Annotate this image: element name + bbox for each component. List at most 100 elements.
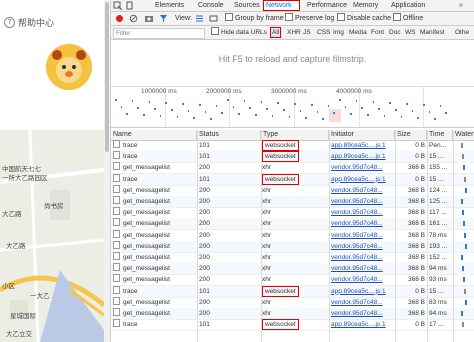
filter-type-media[interactable]: Media: [349, 27, 367, 38]
help-link[interactable]: ? 帮助中心: [4, 16, 54, 29]
map-view[interactable]: 中国航天七七 一所大乙路园区 大乙路 尚书房 大乙路 小区 一大乙 星城国际 大…: [0, 130, 104, 342]
column-type[interactable]: Type: [261, 130, 329, 140]
record-icon[interactable]: [115, 13, 124, 24]
filter-icon[interactable]: [159, 13, 168, 24]
table-row[interactable]: trace 101 websocket app.89cea5c....js:1 0 B 1…: [111, 173, 474, 186]
waterfall-bar: [464, 288, 466, 294]
column-divider: [329, 130, 330, 342]
tab-application[interactable]: Application: [391, 0, 435, 11]
request-time: 193 ...: [429, 242, 448, 250]
request-marker: [238, 113, 240, 115]
map-label: 尚书房: [44, 202, 64, 210]
table-row[interactable]: get_messagelist 200 xhr vendor.95d7c48... 36…: [111, 240, 474, 253]
column-divider: [197, 130, 198, 342]
group-by-frame-checkbox[interactable]: Group by frame: [225, 13, 284, 24]
request-initiator[interactable]: vendor.95d7c48...: [331, 230, 395, 241]
request-initiator[interactable]: vendor.95d7c48...: [331, 308, 395, 319]
request-status: 200: [199, 242, 210, 250]
filter-type-all[interactable]: All: [270, 27, 282, 38]
request-initiator[interactable]: vendor.95d7c48...: [331, 263, 395, 274]
filter-type-doc[interactable]: Doc: [389, 27, 401, 38]
table-row[interactable]: get_messagelist 200 xhr vendor.95d7c48... 36…: [111, 263, 474, 276]
map-label: 大乙立交: [6, 330, 32, 338]
request-initiator[interactable]: app.89cea5c....js:1: [331, 151, 395, 162]
request-marker: [428, 111, 431, 113]
column-divider: [427, 130, 428, 342]
request-size: 368 B: [408, 276, 425, 284]
clear-icon[interactable]: [129, 13, 138, 24]
filter-type-manifest[interactable]: Manifest: [420, 27, 445, 38]
request-marker: [199, 104, 201, 106]
large-rows-icon[interactable]: [195, 13, 204, 24]
request-marker: [171, 109, 173, 111]
column-name[interactable]: Name: [111, 130, 197, 140]
filter-type-xhr[interactable]: XHR: [287, 27, 301, 38]
request-initiator[interactable]: vendor.95d7c48...: [331, 207, 395, 218]
tab-elements[interactable]: Elements: [141, 0, 191, 11]
timeline-label: 2000000 ms: [206, 88, 242, 95]
table-row[interactable]: get_messagelist 200 xhr vendor.95d7c48... 36…: [111, 196, 474, 208]
page-scrollbar[interactable]: [104, 0, 110, 342]
tab-network[interactable]: Network: [263, 0, 300, 11]
request-status: 101: [199, 142, 210, 149]
request-initiator[interactable]: vendor.95d7c48...: [331, 297, 395, 308]
tab-memory[interactable]: Memory: [353, 0, 387, 11]
request-initiator[interactable]: vendor.95d7c48...: [331, 218, 395, 229]
table-row[interactable]: trace 101 websocket app.89cea5c....js:1 0 B 1…: [111, 151, 474, 164]
table-row[interactable]: get_messagelist 200 xhr vendor.95d7c48... 36…: [111, 207, 474, 220]
document-icon: [113, 308, 120, 316]
filter-type-css[interactable]: CSS: [317, 27, 330, 38]
column-waterfall[interactable]: Waterf: [453, 130, 474, 140]
request-initiator[interactable]: vendor.95d7c48...: [331, 274, 395, 285]
request-time: 155 ...: [429, 164, 448, 172]
column-initiator[interactable]: Initiator: [329, 130, 395, 140]
request-initiator[interactable]: vendor.95d7c48...: [331, 252, 395, 263]
table-row[interactable]: get_messagelist 200 xhr vendor.95d7c48... 36…: [111, 274, 474, 287]
filter-input[interactable]: Filter: [113, 28, 205, 39]
request-initiator[interactable]: vendor.95d7c48...: [331, 185, 395, 196]
more-tabs-icon[interactable]: »: [459, 0, 469, 11]
table-row[interactable]: get_messagelist 200 xhr vendor.95d7c48... 36…: [111, 296, 474, 309]
overview-icon[interactable]: [209, 13, 218, 24]
table-row[interactable]: get_messagelist 200 xhr vendor.95d7c48... 36…: [111, 162, 474, 175]
column-size[interactable]: Size: [395, 130, 427, 140]
request-marker: [439, 105, 442, 107]
request-initiator[interactable]: app.89cea5c....js:1: [331, 286, 395, 297]
request-initiator[interactable]: vendor.95d7c48...: [331, 196, 395, 207]
column-time[interactable]: Time: [427, 130, 453, 140]
hide-data-urls-checkbox[interactable]: Hide data URLs: [211, 27, 267, 38]
request-initiator[interactable]: app.89cea5c....js:1: [331, 140, 395, 151]
request-name: trace: [113, 285, 195, 297]
request-initiator[interactable]: app.89cea5c....js:1: [331, 319, 395, 330]
table-row[interactable]: get_messagelist 200 xhr vendor.95d7c48... 36…: [111, 184, 474, 197]
request-initiator[interactable]: app.89cea5c....js:1: [331, 174, 395, 185]
offline-checkbox[interactable]: Offline: [393, 13, 423, 24]
disable-cache-checkbox[interactable]: Disable cache: [337, 13, 391, 24]
request-initiator[interactable]: vendor.95d7c48...: [331, 241, 395, 252]
preserve-log-checkbox[interactable]: Preserve log: [285, 13, 334, 24]
avatar[interactable]: [46, 44, 92, 90]
network-overview[interactable]: 1000000 ms 2000000 ms 3000000 ms 4000000…: [111, 86, 474, 128]
filter-type-ws[interactable]: WS: [405, 27, 415, 38]
table-row[interactable]: get_messagelist 200 xhr vendor.95d7c48... 36…: [111, 308, 474, 320]
table-row[interactable]: get_messagelist 200 xhr vendor.95d7c48... 36…: [111, 229, 474, 242]
table-row[interactable]: get_messagelist 200 xhr vendor.95d7c48... 36…: [111, 252, 474, 264]
filter-type-js[interactable]: JS: [303, 27, 311, 38]
device-icon[interactable]: [125, 0, 135, 11]
inspect-icon[interactable]: [113, 0, 123, 11]
table-row[interactable]: trace 101 websocket app.89cea5c....js:1 0 B 1…: [111, 319, 474, 332]
table-row[interactable]: trace 101 websocket app.89cea5c....js:1 0 B P…: [111, 140, 474, 152]
tab-console[interactable]: Console: [195, 0, 236, 11]
camera-icon[interactable]: [144, 13, 154, 24]
filter-type-font[interactable]: Font: [371, 27, 384, 38]
column-status[interactable]: Status: [197, 130, 261, 140]
request-initiator[interactable]: vendor.95d7c48...: [331, 162, 395, 173]
tab-performance[interactable]: Performance: [305, 0, 351, 11]
filter-type-img[interactable]: Img: [333, 27, 344, 38]
request-marker: [299, 110, 302, 112]
request-time: 15 ...: [429, 287, 444, 295]
request-time: 15 ...: [429, 153, 444, 161]
table-row[interactable]: get_messagelist 200 xhr vendor.95d7c48... 36…: [111, 218, 474, 231]
table-row[interactable]: trace 101 websocket app.89cea5c....js:1 0 B 1…: [111, 285, 474, 298]
filter-type-other[interactable]: Othe: [455, 27, 469, 38]
